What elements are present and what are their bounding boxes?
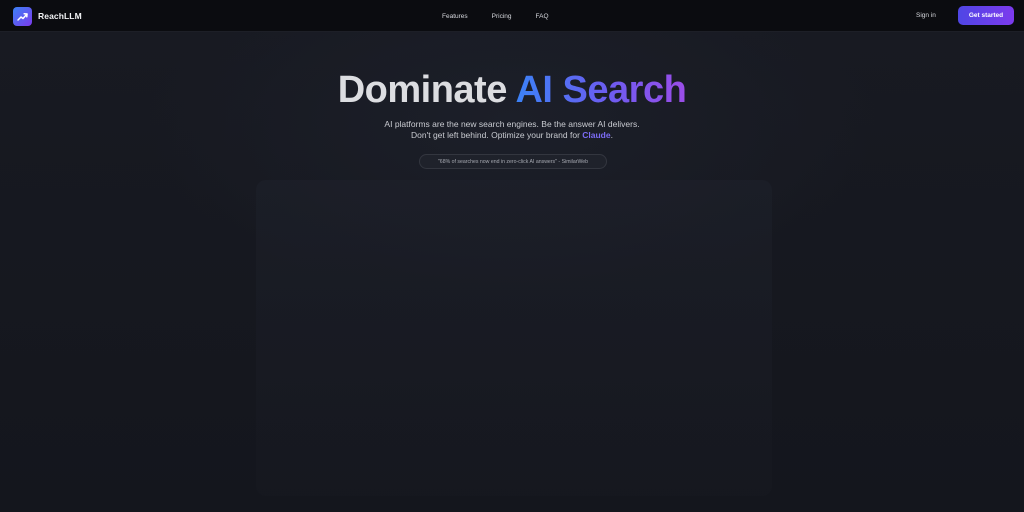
stat-quote-badge: "68% of searches now end in zero-click A…	[419, 154, 607, 169]
hero-title-part1: Dominate	[337, 69, 516, 111]
get-started-button[interactable]: Get started	[958, 6, 1014, 25]
brand-home-link[interactable]: ReachLLM	[13, 6, 82, 26]
landing-page: ReachLLM Features Pricing FAQ Sign in Ge…	[0, 0, 1024, 512]
hero-preview-panel	[256, 180, 772, 496]
top-navbar: ReachLLM Features Pricing FAQ Sign in Ge…	[0, 0, 1024, 32]
nav-link-faq[interactable]: FAQ	[536, 13, 549, 20]
hero-subtitle-line2-suffix: .	[610, 130, 613, 140]
hero-subtitle-highlight: Claude	[582, 130, 611, 140]
nav-link-pricing[interactable]: Pricing	[492, 13, 512, 20]
hero-title-highlight: AI Search	[515, 69, 687, 111]
trend-arrow-icon	[13, 6, 32, 26]
brand-name: ReachLLM	[38, 11, 82, 21]
main-nav: Features Pricing FAQ	[431, 0, 549, 32]
hero-subtitle: AI platforms are the new search engines.…	[0, 119, 1024, 141]
nav-link-features[interactable]: Features	[442, 13, 468, 20]
hero-subtitle-line1: AI platforms are the new search engines.…	[384, 119, 640, 129]
sign-in-button[interactable]: Sign in	[916, 10, 936, 22]
hero-subtitle-line2-prefix: Don't get left behind. Optimize your bra…	[411, 130, 583, 140]
hero-title: Dominate AI Search	[0, 67, 1024, 113]
